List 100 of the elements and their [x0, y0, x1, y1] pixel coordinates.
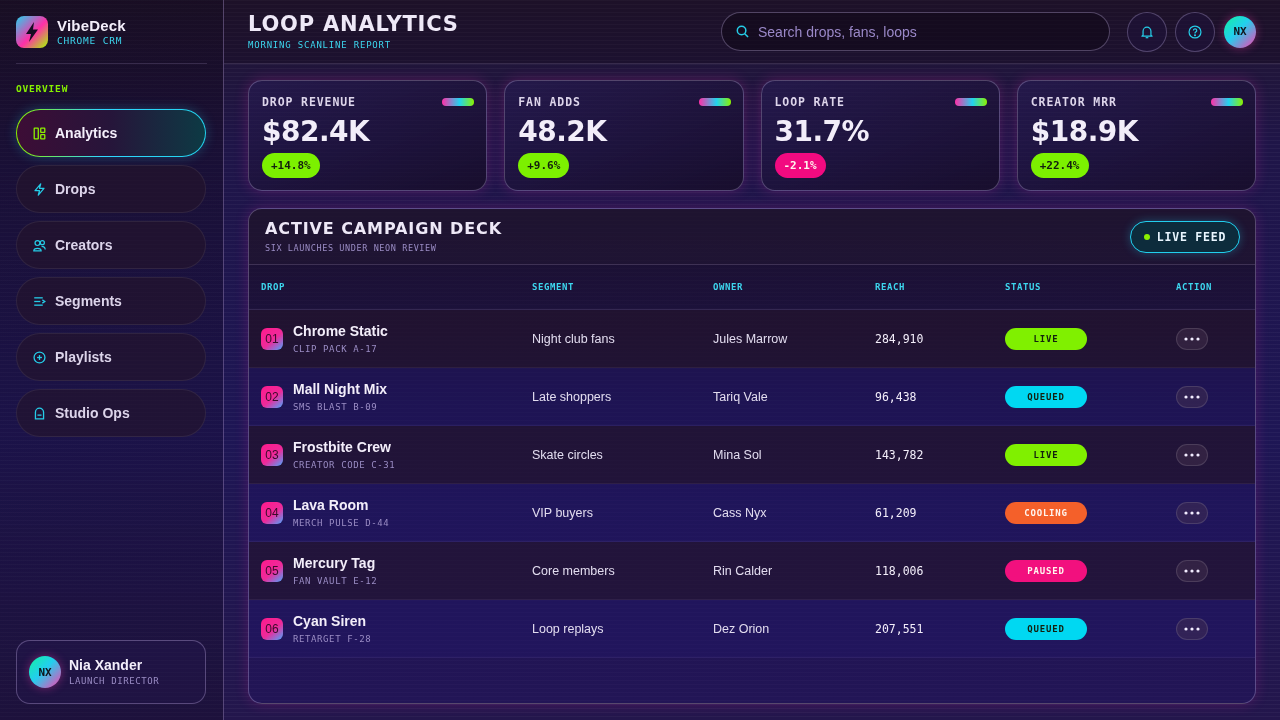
brand-name: VibeDeck [57, 18, 126, 34]
status-badge: LIVE [1005, 327, 1087, 350]
more-button[interactable] [1176, 617, 1208, 640]
nav-item[interactable]: Segments [16, 277, 206, 325]
campaign-name: Frostbite Crew [293, 438, 391, 456]
status-badge: COOLING [1005, 501, 1087, 524]
section-label: OVERVIEW [16, 83, 69, 95]
row-number: 02 [261, 385, 283, 408]
kpi-value: $18.9K [1030, 116, 1138, 148]
row-number: 04 [261, 501, 283, 524]
segment-text: VIP buyers [532, 505, 593, 520]
brand-tagline: CHROME CRM [57, 36, 124, 46]
notifications-button[interactable] [1127, 11, 1167, 52]
segment-text: Night club fans [532, 331, 615, 346]
search-icon [736, 25, 749, 38]
more-button[interactable] [1176, 501, 1208, 524]
gradient-bar-icon [954, 98, 987, 106]
live-feed-button[interactable]: LIVE FEED [1130, 220, 1240, 253]
table-row[interactable]: 06 Cyan Siren RETARGET F-28 Loop replays Dez Orion 207,551 QUEUED [249, 600, 1255, 658]
row-number: 01 [261, 327, 283, 350]
campaign-name: Chrome Static [293, 322, 388, 340]
campaign-name: Lava Room [293, 496, 369, 514]
bolt-icon [33, 182, 46, 196]
change-badge: +9.6% [518, 153, 570, 178]
column-header: SEGMENT [532, 282, 575, 292]
page-title: LOOP ANALYTICS [248, 12, 459, 36]
campaign-code: CREATOR CODE C-31 [293, 459, 396, 471]
campaign-name: Mall Night Mix [293, 380, 388, 398]
status-badge: QUEUED [1005, 617, 1087, 640]
kpi-label: LOOP RATE [774, 95, 845, 109]
help-button[interactable] [1175, 11, 1215, 52]
plus-circle-icon [33, 350, 46, 364]
campaign-name: Cyan Siren [293, 612, 367, 630]
owner-name: Jules Marrow [713, 331, 788, 346]
bolt-logo-icon [16, 16, 48, 48]
people-icon [33, 238, 46, 252]
segment-text: Loop replays [532, 621, 604, 636]
nav-item[interactable]: Studio Ops [16, 389, 206, 437]
more-button[interactable] [1176, 443, 1208, 466]
kpi-label: CREATOR MRR [1030, 95, 1117, 109]
row-number: 06 [261, 617, 283, 640]
user-name: Nia Xander [69, 658, 143, 672]
change-badge: -2.1% [774, 153, 826, 178]
change-badge: +22.4% [1030, 153, 1089, 178]
more-button[interactable] [1176, 327, 1208, 350]
table-row[interactable]: 01 Chrome Static CLIP PACK A-17 Night club fans Jules Marrow 284,910 LIVE [249, 310, 1255, 368]
kpi-label: FAN ADDS [518, 95, 581, 109]
segment-text: Late shoppers [532, 389, 612, 404]
campaign-code: FAN VAULT E-12 [293, 575, 378, 587]
change-badge: +14.8% [262, 153, 320, 178]
reach-value: 118,006 [875, 563, 924, 578]
column-header: REACH [875, 282, 906, 292]
search-field[interactable]: Search drops, fans, loops [721, 12, 1110, 51]
reach-value: 143,782 [875, 447, 924, 462]
nav-item[interactable]: Creators [16, 221, 206, 269]
campaign-code: MERCH PULSE D-44 [293, 517, 390, 529]
reach-value: 96,438 [875, 389, 917, 404]
more-button[interactable] [1176, 559, 1208, 582]
more-icon [1184, 568, 1200, 573]
nav-item[interactable]: Drops [16, 165, 206, 213]
kpi-value: 31.7% [774, 116, 870, 148]
owner-name: Tariq Vale [713, 389, 768, 404]
gradient-bar-icon [442, 98, 475, 106]
user-role: LAUNCH DIRECTOR [69, 677, 160, 686]
kpi-label: DROP REVENUE [262, 95, 356, 109]
status-badge: LIVE [1005, 443, 1087, 466]
panel-title: ACTIVE CAMPAIGN DECK [265, 220, 502, 238]
owner-name: Mina Sol [713, 447, 762, 462]
owner-name: Rin Calder [713, 563, 773, 578]
table-row[interactable]: 04 Lava Room MERCH PULSE D-44 VIP buyers Cass Nyx 61,209 COOLING [249, 484, 1255, 542]
profile-avatar[interactable]: NX [1224, 15, 1256, 48]
status-dot-icon [1143, 233, 1150, 240]
row-number: 03 [261, 443, 283, 466]
kpi-value: $82.4K [262, 116, 370, 148]
status-badge: PAUSED [1005, 559, 1087, 582]
user-card[interactable]: NX Nia Xander LAUNCH DIRECTOR [16, 640, 206, 704]
row-number: 05 [261, 559, 283, 582]
table-row[interactable]: 05 Mercury Tag FAN VAULT E-12 Core members Rin Calder 118,006 PAUSED [249, 542, 1255, 600]
owner-name: Cass Nyx [713, 505, 767, 520]
reach-value: 207,551 [875, 621, 924, 636]
column-header: STATUS [1005, 282, 1042, 292]
more-icon [1184, 510, 1200, 515]
table-row[interactable]: 03 Frostbite Crew CREATOR CODE C-31 Skate circles Mina Sol 143,782 LIVE [249, 426, 1255, 484]
page-subtitle: MORNING SCANLINE REPORT [248, 40, 392, 51]
panel-subtitle: SIX LAUNCHES UNDER NEON REVIEW [265, 243, 437, 253]
campaign-code: SMS BLAST B-09 [293, 401, 378, 413]
more-icon [1184, 336, 1200, 341]
more-button[interactable] [1176, 385, 1208, 408]
campaign-name: Mercury Tag [293, 554, 376, 572]
more-icon [1184, 626, 1200, 631]
nav-item[interactable]: Analytics [16, 109, 206, 157]
campaign-code: RETARGET F-28 [293, 633, 372, 645]
layout-icon [33, 126, 46, 140]
table-row[interactable]: 02 Mall Night Mix SMS BLAST B-09 Late shoppers Tariq Vale 96,438 QUEUED [249, 368, 1255, 426]
user-avatar: NX [29, 656, 61, 688]
campaign-code: CLIP PACK A-17 [293, 343, 378, 355]
help-icon [1188, 24, 1202, 39]
segment-text: Skate circles [532, 447, 603, 462]
nav-item[interactable]: Playlists [16, 333, 206, 381]
list-icon [33, 294, 46, 308]
